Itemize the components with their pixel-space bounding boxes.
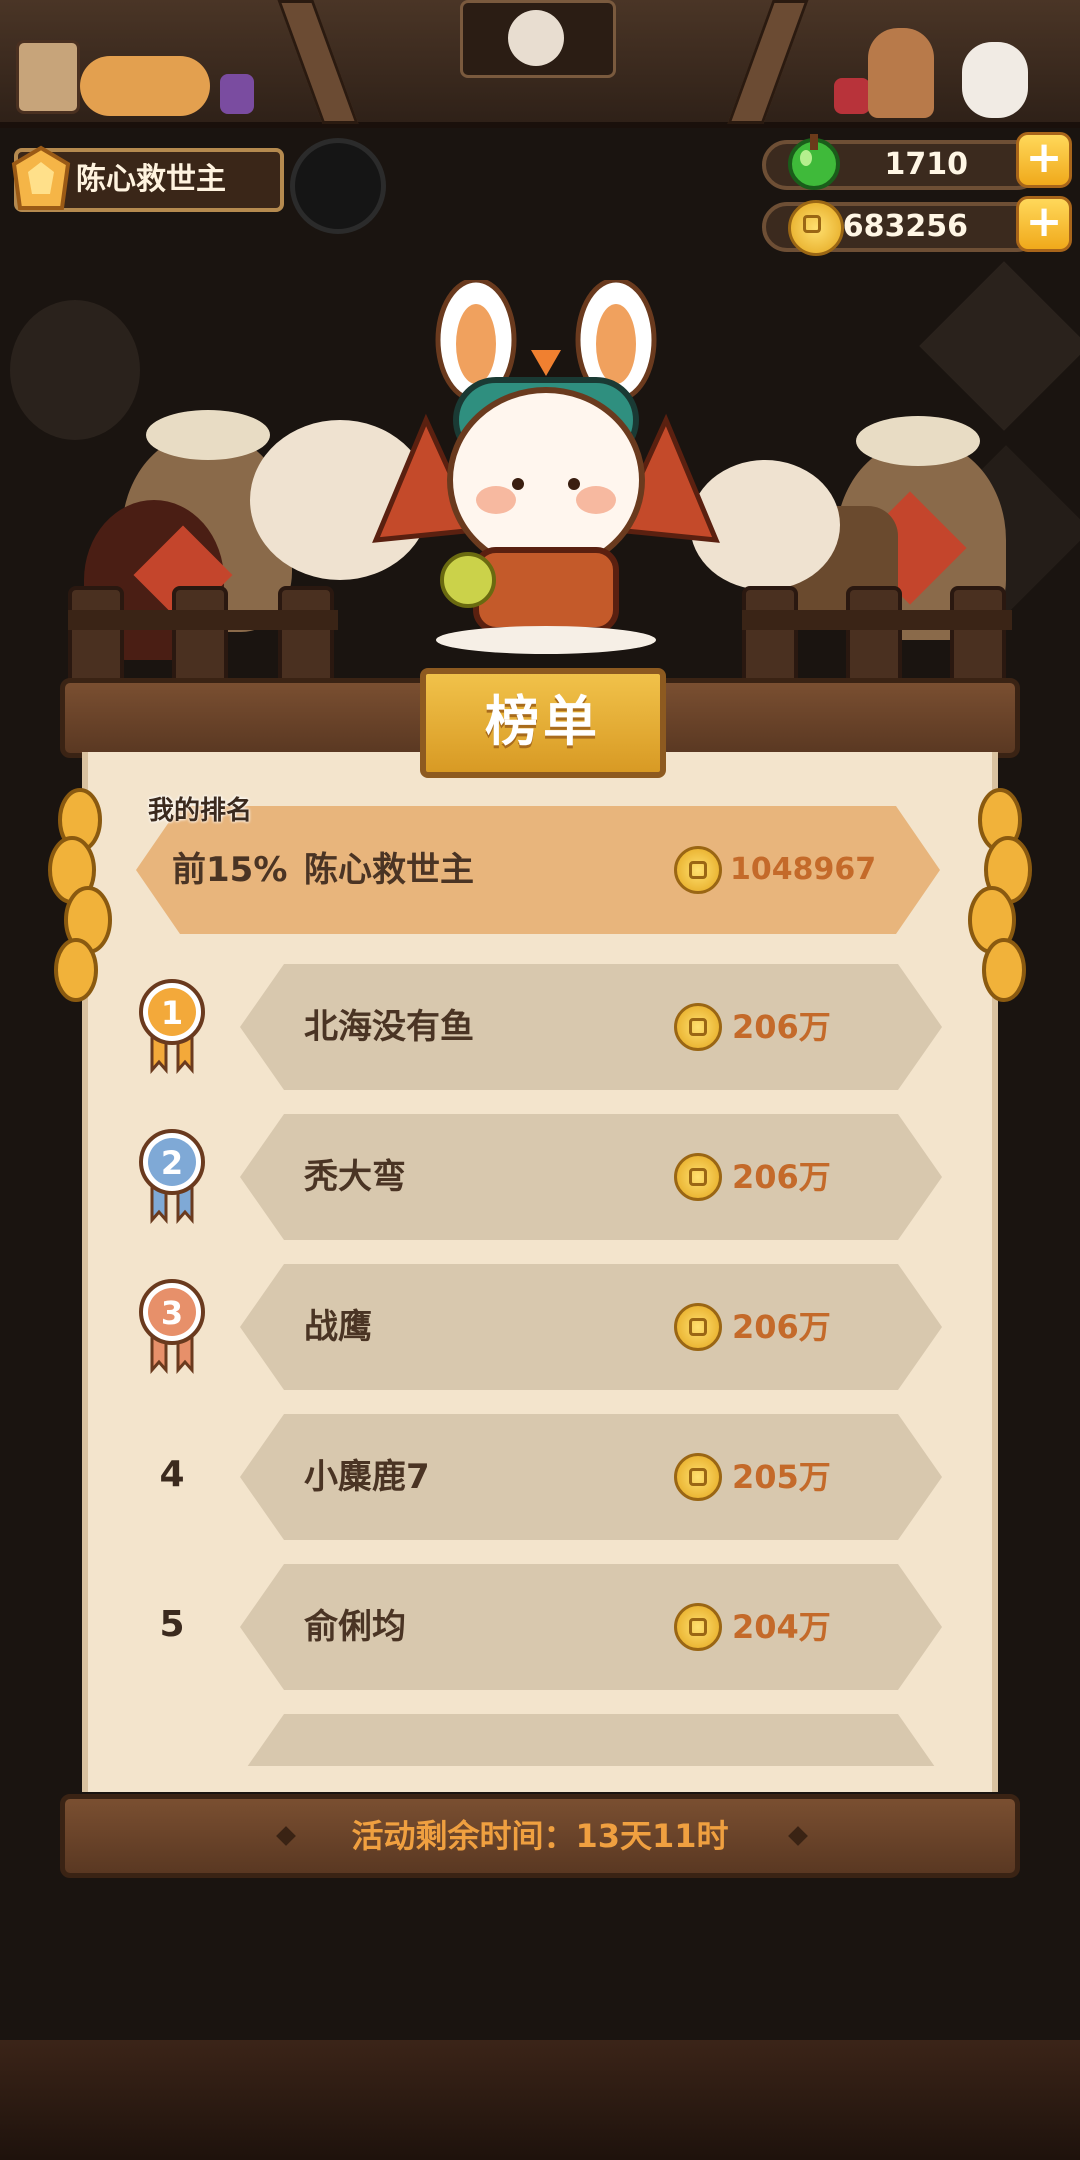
medal-rank: 2 <box>161 1144 183 1182</box>
floor <box>0 2040 1080 2160</box>
medal-icon: 2 <box>139 1129 205 1224</box>
coin-icon <box>674 1003 722 1051</box>
leaderboard-row[interactable]: 北海没有鱼 206万 <box>240 964 942 1090</box>
player-name: 战鹰 <box>304 1307 372 1347</box>
coin-icon <box>674 1153 722 1201</box>
rank-number: 5 <box>159 1604 185 1645</box>
player-score: 206万 <box>732 1308 831 1346</box>
medal-icon: 1 <box>139 979 205 1074</box>
player-score: 206万 <box>732 1008 831 1046</box>
event-timer: 活动剩余时间：13天11时 <box>351 1817 729 1855</box>
player-score: 205万 <box>732 1458 831 1496</box>
player-name: 俞俐均 <box>304 1607 406 1647</box>
coin-icon <box>674 1603 722 1651</box>
leaderboard-row[interactable]: 俞俐均 204万 <box>240 1564 942 1690</box>
leaderboard-row[interactable] <box>240 1714 942 1766</box>
coin-icon <box>674 1453 722 1501</box>
leaderboard-row[interactable]: 秃大弯 206万 <box>240 1114 942 1240</box>
leaderboard-row[interactable]: 小麋鹿7 205万 <box>240 1414 942 1540</box>
coin-icon <box>674 1303 722 1351</box>
player-name: 北海没有鱼 <box>304 1007 474 1047</box>
ranking-list[interactable]: 北海没有鱼 206万 秃大弯 206万 战鹰 206万 小麋鹿7 205万 俞俐均 204万 <box>0 0 1080 1766</box>
rank-number: 4 <box>159 1454 185 1495</box>
event-timer-bar: 活动剩余时间：13天11时 <box>60 1794 1020 1878</box>
medal-icon: 3 <box>139 1279 205 1374</box>
player-name: 秃大弯 <box>304 1157 406 1197</box>
player-score: 204万 <box>732 1608 831 1646</box>
medal-rank: 3 <box>161 1294 183 1332</box>
player-name: 小麋鹿7 <box>304 1457 430 1497</box>
leaderboard-row[interactable]: 战鹰 206万 <box>240 1264 942 1390</box>
player-score: 206万 <box>732 1158 831 1196</box>
medal-rank: 1 <box>161 994 183 1032</box>
ranking-list-clip: 北海没有鱼 206万 秃大弯 206万 战鹰 206万 小麋鹿7 205万 俞俐均 204万 <box>0 0 1080 1766</box>
